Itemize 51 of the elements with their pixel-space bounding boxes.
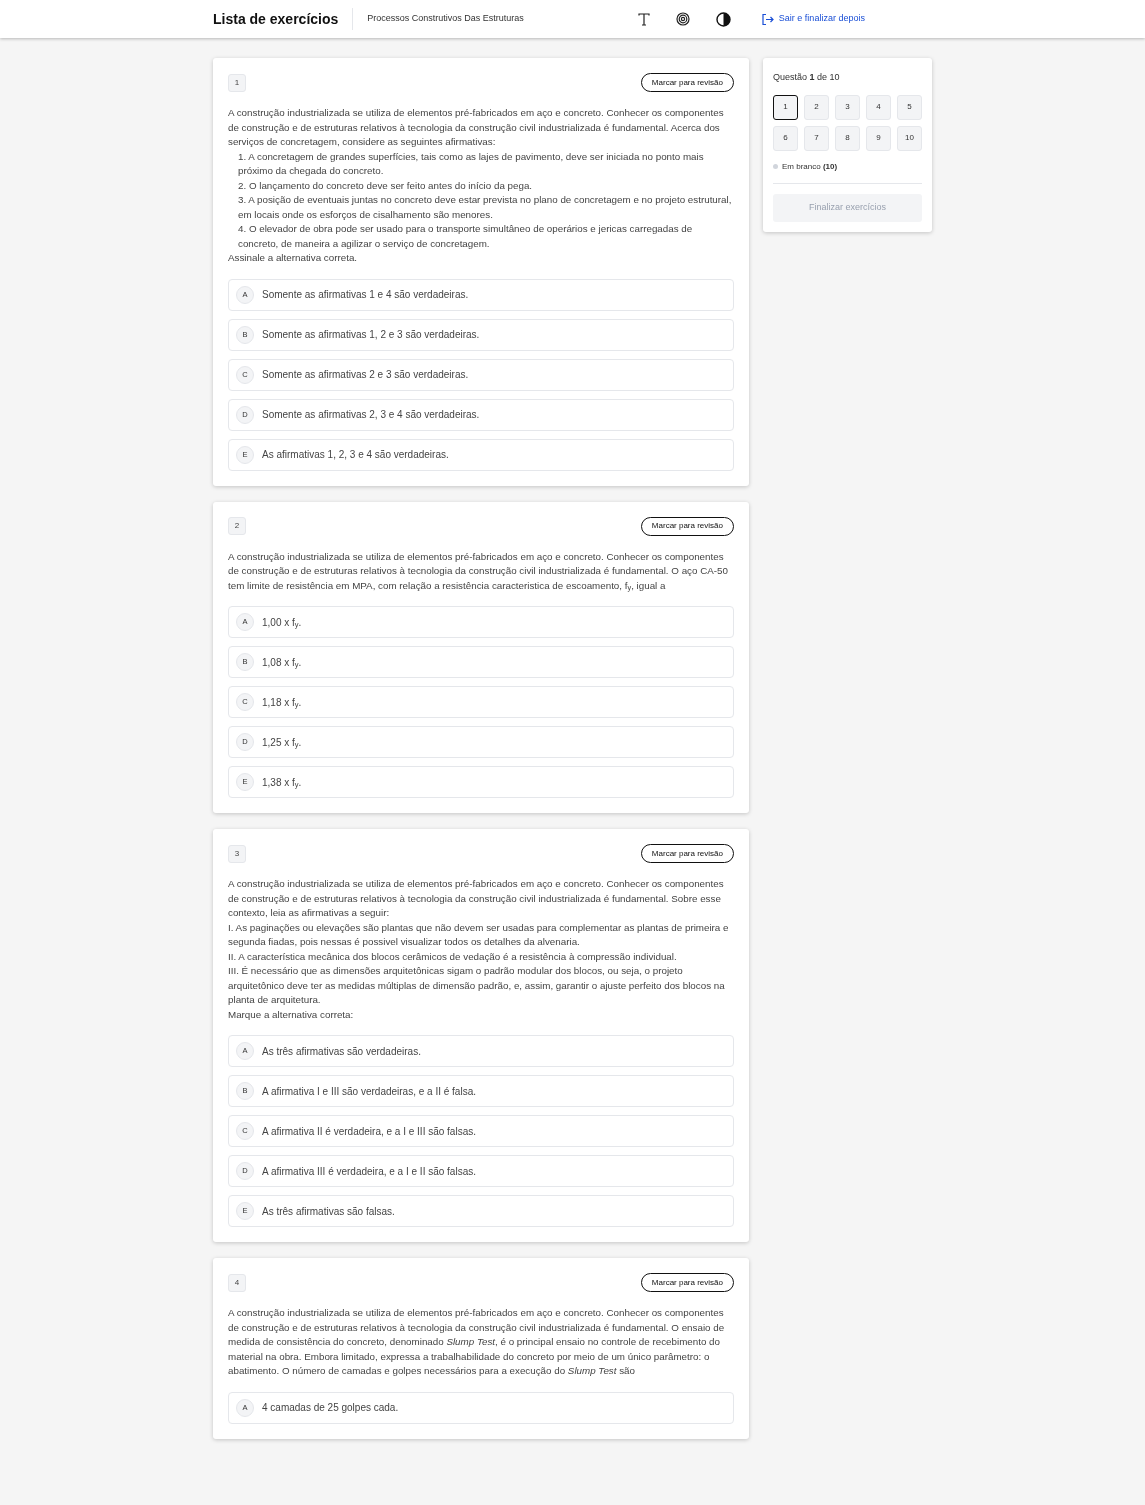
question-nav-button[interactable]: 10 [897,125,922,151]
option-text: A afirmativa I e III são verdadeiras, e a II é falsa. [262,1084,476,1099]
question-text: I. As paginações ou elevações são plantas que não devem ser usadas para complementar as plantas de primeira e segunda fiadas, pois nessas é possivel visualizar todos os detalhes da alvenaria. [228,920,730,949]
question-number: 1 [228,73,246,92]
target-icon[interactable] [675,12,690,26]
option-text: A afirmativa II é verdadeira, e a I e III são falsas. [262,1124,476,1139]
question-nav-button[interactable]: 8 [835,125,860,151]
question-text: A construção industrializada se utiliza de elementos pré-fabricados em aço e concreto. Conhecer os componentes de construção e de estruturas relativos à tecnologia da construção civil industrializada é fundamental. O aço CA-50 tem limite de resistência em MPA, com relação a resistência caracteristica de escoamento, f$_{y}$, igual a [228,549,729,593]
option-text: As afirmativas 1, 2, 3 e 4 são verdadeiras. [262,448,449,462]
blank-count: Em branco (10) [782,160,838,173]
question-nav-button[interactable]: 2 [804,94,829,120]
option-text: 4 camadas de 25 golpes cada. [262,1401,399,1415]
question-text: III. É necessário que as dimensões arquitetônicas sigam o padrão modular dos blocos, ou seja, o projeto arquitetônico deve ter as medidas múltiplas de dimensão padrão, e, assim, garantir o ajuste perfeito dos blocos na planta de arquitetura. [228,964,726,1007]
page-title: Lista de exercícios [213,9,340,29]
option-text: As três afirmativas são falsas. [262,1204,395,1219]
option-text: Somente as afirmativas 2, 3 e 4 são verdadeiras. [262,408,480,422]
question-number: 2 [228,517,246,535]
question-text: Marque a alternativa correta: [228,1007,355,1022]
statement-item: 3. A posição de eventuais juntas no concreto deve estar prevista no plano de concretagem e no projeto estrutural, em locais onde os esforços de cisalhamento são menores. [237,193,732,222]
question-nav-button[interactable]: 4 [866,94,891,120]
question-text: A construção industrializada se utiliza de elementos pré-fabricados em aço e concreto. Conhecer os componentes de construção e de estruturas relativos à tecnologia da construção civil industrializada é fundamental. Sobre esse contexto, leia as afirmativas a seguir: [228,877,725,920]
option-text: A afirmativa III é verdadeira, e a I e II são falsas. [262,1164,476,1179]
exit-icon [760,12,774,26]
option-text: 1,25 x f$_{y}$. [262,735,302,750]
question-nav-button[interactable]: 5 [897,94,922,120]
question-nav-button[interactable]: 1 [773,94,798,120]
option-text: Somente as afirmativas 1, 2 e 3 são verdadeiras. [262,328,480,342]
question-nav-button[interactable]: 3 [835,94,860,120]
course-name: Processos Construtivos Das Estruturas [366,12,524,26]
question-number: 4 [228,1273,246,1292]
option-text: 1,08 x f$_{y}$. [262,655,302,670]
option-text: Somente as afirmativas 1 e 4 são verdadeiras. [262,288,469,302]
statement-item: 2. O lançamento do concreto deve ser feito antes do início da pega. [237,178,534,193]
question-nav-button[interactable]: 6 [773,125,798,151]
option-text: 1,00 x f$_{y}$. [262,615,302,630]
option-text: 1,18 x f$_{y}$. [262,695,302,710]
question-text: Assinale a alternativa correta. [228,251,359,265]
question-nav-button[interactable]: 9 [866,125,891,151]
question-text: A construção industrializada se utiliza de elementos pré-fabricados em aço e concreto. Conhecer os componentes de construção e de estruturas relativos à tecnologia da construção civil industrializada é fundamental. Acerca dos serviços de concretagem, considere as seguintes afirmativas: [228,106,725,149]
question-number: 3 [228,844,246,863]
exit-link[interactable]: Sair e finalizar depois [760,12,865,26]
option-text: 1,38 x f$_{y}$. [262,775,302,790]
option-text: Somente as afirmativas 2 e 3 são verdadeiras. [262,368,469,382]
question-nav-button[interactable]: 7 [804,125,829,151]
font-size-icon[interactable] [637,12,650,26]
question-text: A construção industrializada se utiliza de elementos pré-fabricados em aço e concreto. Conhecer os componentes de construção e de estruturas relativos à tecnologia da construção civil industrializada é fundamental. O ensaio de medida de consistência do concreto, denominado Slump Test, é o principal ensaio no controle de recebimento do material na obra. Embora limitado, expressa a trabalhabilidade do concreto por meio de um único parâmetro: o abatimento. O número de camadas e golpes necessários para a execução do Slump Test são [228,1306,726,1378]
option-text: As três afirmativas são verdadeiras. [262,1044,421,1059]
statement-item: 4. O elevador de obra pode ser usado para o transporte simultâneo de operários e jericas carregadas de concreto, de maneira a agilizar o serviço de concretagem. [237,222,694,251]
statement-item: 1. A concretagem de grandes superfícies, tais como as lajes de pavimento, deve ser iniciada no ponto mais próximo da chegada do concreto. [237,149,705,178]
contrast-icon[interactable] [715,11,731,27]
question-text: II. A característica mecânica dos blocos cerâmicos de vedação é a resistência à compressão individual. [228,949,678,964]
